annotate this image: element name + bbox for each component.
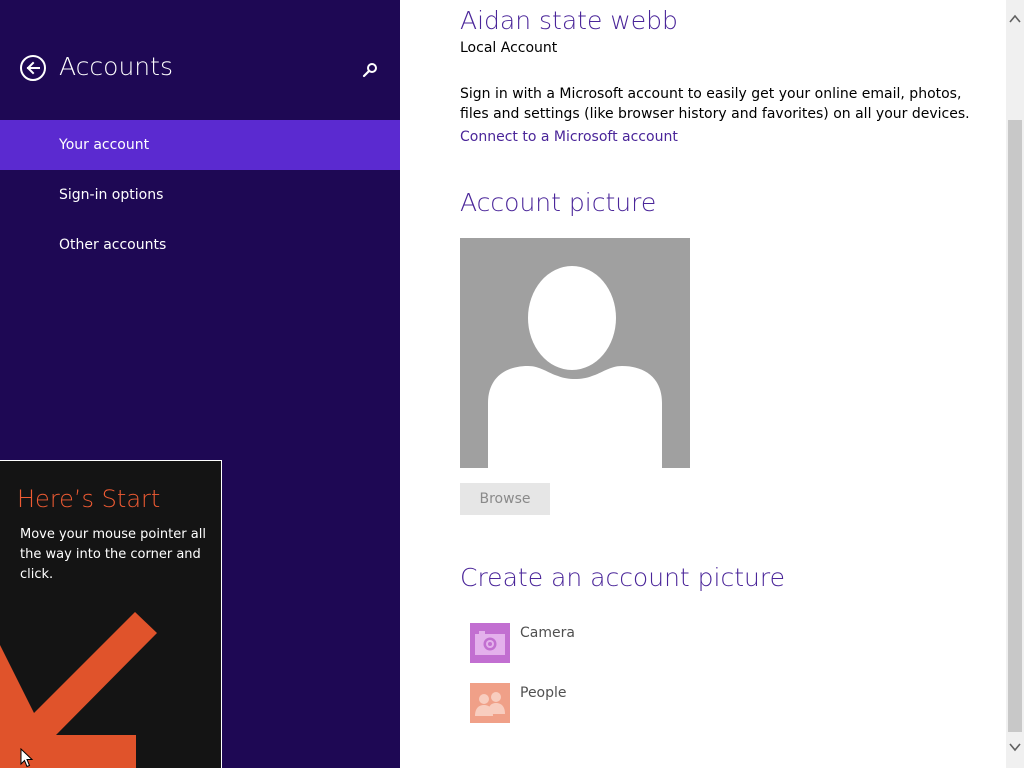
browse-button[interactable]: Browse xyxy=(460,483,550,515)
account-picture xyxy=(460,238,690,468)
nav-item-label: Your account xyxy=(59,137,150,153)
start-tip-panel: Here’s Start Move your mouse pointer all… xyxy=(0,460,222,768)
back-arrow-icon xyxy=(26,61,40,75)
nav-item-other-accounts[interactable]: Other accounts xyxy=(0,220,400,270)
nav-item-your-account[interactable]: Your account xyxy=(0,120,400,170)
corner-arrow-icon xyxy=(0,612,157,768)
account-picture-heading: Account picture xyxy=(460,188,657,217)
nav-item-label: Sign-in options xyxy=(59,187,164,203)
mouse-pointer-icon xyxy=(20,748,34,768)
nav-item-sign-in-options[interactable]: Sign-in options xyxy=(0,170,400,220)
chevron-down-icon xyxy=(1009,743,1021,752)
page-title: Accounts xyxy=(59,52,173,81)
people-label: People xyxy=(520,685,567,701)
camera-tile xyxy=(470,623,510,663)
start-tip-title: Here’s Start xyxy=(17,485,161,513)
search-icon[interactable] xyxy=(362,62,378,78)
nav-item-label: Other accounts xyxy=(59,237,167,253)
connect-microsoft-account-link[interactable]: Connect to a Microsoft account xyxy=(460,129,678,145)
account-type: Local Account xyxy=(460,40,558,56)
create-account-picture-heading: Create an account picture xyxy=(460,563,785,592)
back-button[interactable] xyxy=(20,55,46,81)
chevron-up-icon xyxy=(1009,14,1021,23)
people-option[interactable]: People xyxy=(470,683,670,723)
scroll-up-button[interactable] xyxy=(1006,0,1024,36)
scroll-down-button[interactable] xyxy=(1006,732,1024,768)
navigation-pane: Accounts Your account Sign-in options Ot… xyxy=(0,0,400,768)
camera-option[interactable]: Camera xyxy=(470,623,670,663)
people-icon xyxy=(475,692,505,716)
user-name: Aidan state webb xyxy=(460,6,678,35)
vertical-scrollbar[interactable] xyxy=(1006,0,1024,768)
scroll-thumb[interactable] xyxy=(1008,120,1022,732)
sign-in-description: Sign in with a Microsoft account to easi… xyxy=(460,86,970,122)
pane-header: Accounts xyxy=(0,0,400,120)
start-tip-body: Move your mouse pointer all the way into… xyxy=(20,527,206,582)
people-tile xyxy=(470,683,510,723)
default-user-avatar-icon xyxy=(488,259,662,468)
account-settings-content: Aidan state webb Local Account Sign in w… xyxy=(400,0,1006,768)
camera-icon xyxy=(475,631,505,655)
camera-label: Camera xyxy=(520,625,575,641)
